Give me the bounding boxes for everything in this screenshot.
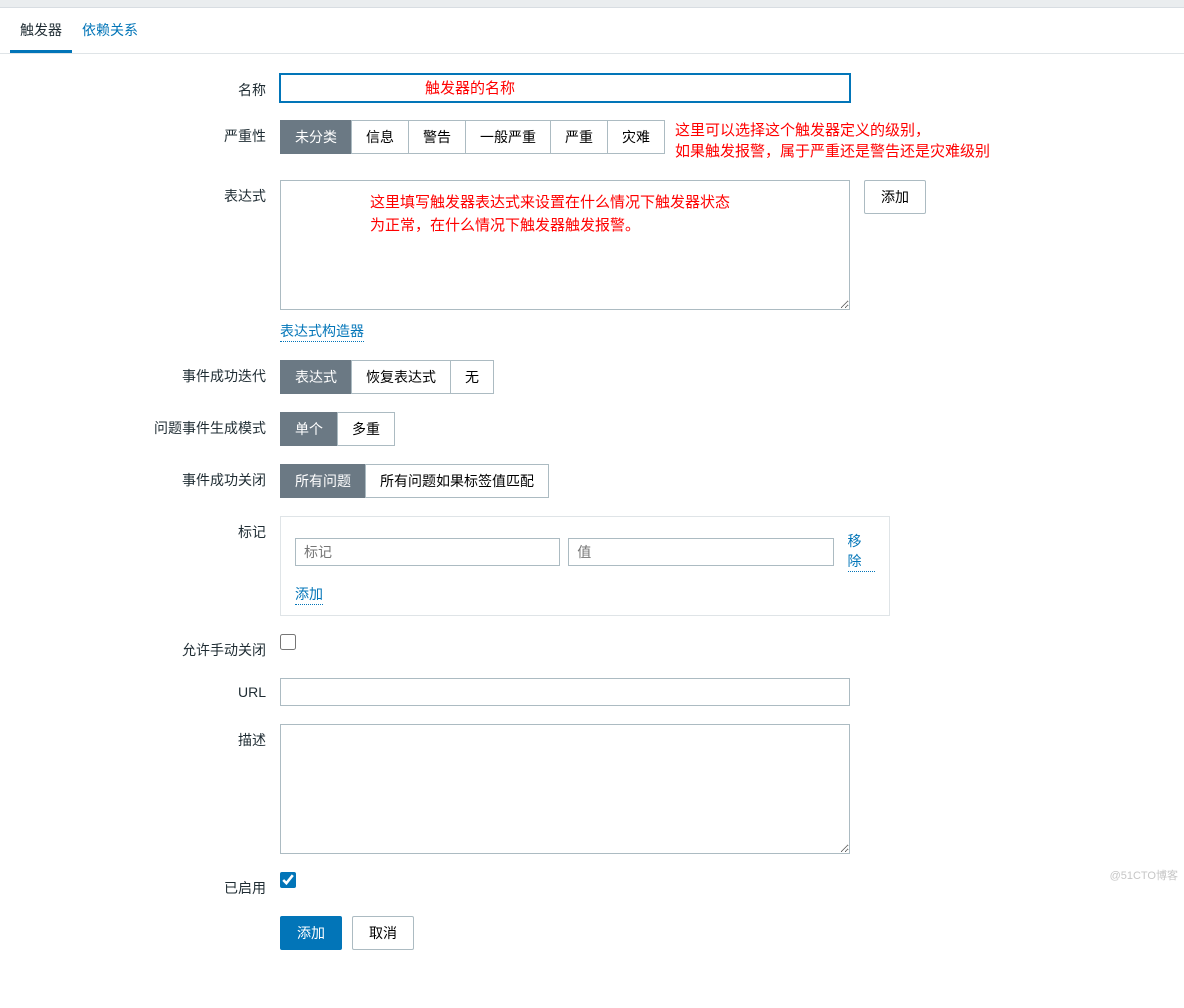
severity-disaster[interactable]: 灾难 — [607, 120, 665, 154]
severity-high[interactable]: 严重 — [550, 120, 608, 154]
event-ok-expression[interactable]: 表达式 — [280, 360, 352, 394]
label-name: 名称 — [0, 74, 280, 100]
severity-unclassified[interactable]: 未分类 — [280, 120, 352, 154]
problem-mode-multiple[interactable]: 多重 — [337, 412, 395, 446]
tab-dependencies[interactable]: 依赖关系 — [72, 8, 148, 53]
expression-add-button[interactable]: 添加 — [864, 180, 926, 214]
ok-close-all[interactable]: 所有问题 — [280, 464, 366, 498]
expression-textarea[interactable] — [280, 180, 850, 310]
label-url: URL — [0, 678, 280, 700]
enabled-checkbox[interactable] — [280, 872, 296, 888]
window-topbar — [0, 0, 1184, 8]
label-tags: 标记 — [0, 516, 280, 542]
description-textarea[interactable] — [280, 724, 850, 854]
label-description: 描述 — [0, 724, 280, 750]
cancel-button[interactable]: 取消 — [352, 916, 414, 950]
tag-remove-link[interactable]: 移除 — [848, 531, 875, 572]
severity-info[interactable]: 信息 — [351, 120, 409, 154]
severity-group: 未分类 信息 警告 一般严重 严重 灾难 — [280, 120, 665, 154]
tag-add-link[interactable]: 添加 — [295, 584, 323, 605]
annotation-severity: 这里可以选择这个触发器定义的级别， 如果触发报警，属于严重还是警告还是灾难级别 — [675, 120, 990, 162]
name-input[interactable] — [280, 74, 850, 102]
ok-close-group: 所有问题 所有问题如果标签值匹配 — [280, 464, 549, 498]
tab-triggers[interactable]: 触发器 — [10, 8, 72, 53]
label-manual-close: 允许手动关闭 — [0, 634, 280, 660]
problem-mode-single[interactable]: 单个 — [280, 412, 338, 446]
tags-container: 移除 添加 — [280, 516, 890, 616]
label-ok-close: 事件成功关闭 — [0, 464, 280, 490]
problem-mode-group: 单个 多重 — [280, 412, 395, 446]
tag-name-input[interactable] — [295, 538, 560, 566]
label-expression: 表达式 — [0, 180, 280, 206]
expression-builder-link[interactable]: 表达式构造器 — [280, 321, 364, 342]
label-enabled: 已启用 — [0, 872, 280, 898]
label-event-ok: 事件成功迭代 — [0, 360, 280, 386]
severity-average[interactable]: 一般严重 — [465, 120, 551, 154]
event-ok-recovery[interactable]: 恢复表达式 — [351, 360, 451, 394]
ok-close-tagmatch[interactable]: 所有问题如果标签值匹配 — [365, 464, 549, 498]
event-ok-group: 表达式 恢复表达式 无 — [280, 360, 494, 394]
label-severity: 严重性 — [0, 120, 280, 146]
trigger-form: 名称 触发器的名称 严重性 未分类 信息 警告 一般严重 严重 灾难 这里可以选… — [0, 54, 1184, 1008]
label-problem-mode: 问题事件生成模式 — [0, 412, 280, 438]
watermark: @51CTO博客 — [1110, 867, 1178, 883]
severity-warning[interactable]: 警告 — [408, 120, 466, 154]
submit-add-button[interactable]: 添加 — [280, 916, 342, 950]
manual-close-checkbox[interactable] — [280, 634, 296, 650]
event-ok-none[interactable]: 无 — [450, 360, 494, 394]
tab-bar: 触发器 依赖关系 — [0, 8, 1184, 54]
url-input[interactable] — [280, 678, 850, 706]
tag-value-input[interactable] — [568, 538, 833, 566]
